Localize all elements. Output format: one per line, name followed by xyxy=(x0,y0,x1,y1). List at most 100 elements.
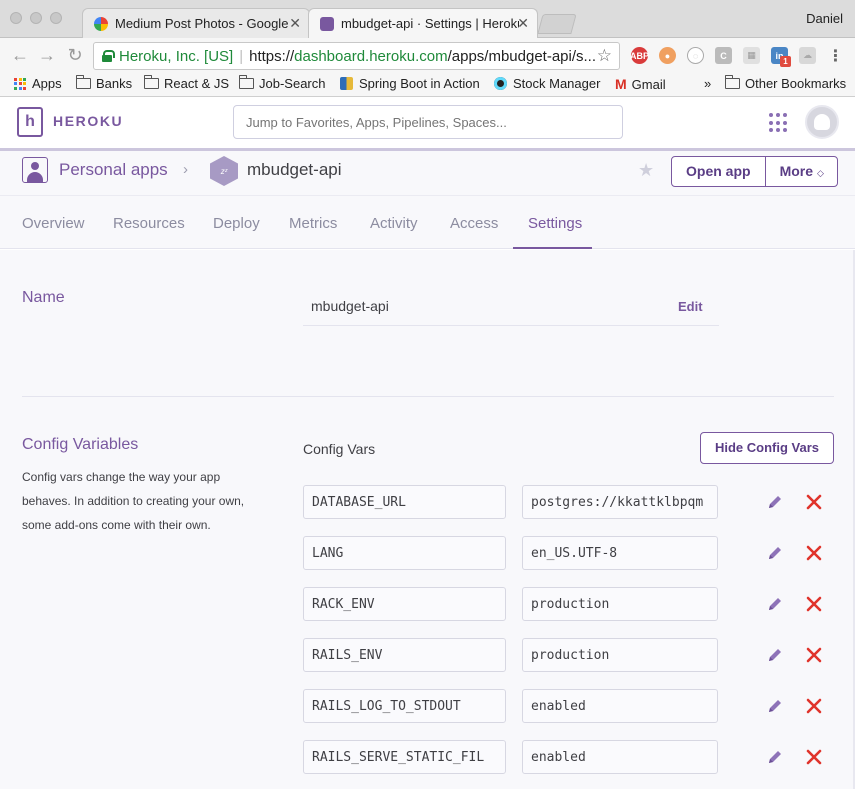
extension-icon[interactable]: C xyxy=(715,47,732,64)
tab-title: mbudget-api · Settings | Heroku xyxy=(341,16,519,31)
heroku-logo-icon[interactable]: h xyxy=(17,107,43,137)
breadcrumb-personal-apps[interactable]: Personal apps xyxy=(59,160,168,180)
tab-close-icon[interactable]: ✕ xyxy=(289,15,301,32)
tab-title: Medium Post Photos - Google xyxy=(115,16,289,31)
bookmark-label: Banks xyxy=(96,76,133,91)
folder-icon xyxy=(725,75,740,89)
tab-overview[interactable]: Overview xyxy=(22,215,85,232)
adblock-extension-icon[interactable]: ABP xyxy=(630,47,649,64)
close-x-icon[interactable] xyxy=(803,695,825,717)
config-value-input[interactable] xyxy=(522,638,718,672)
bookmark-stock-manager[interactable]: Stock Manager xyxy=(494,76,600,91)
tab-deploy[interactable]: Deploy xyxy=(213,215,260,232)
sleeping-dyno-icon: zᶻ xyxy=(210,156,238,186)
bookmarks-bar: Apps Banks React & JS Job-Search Spring … xyxy=(0,73,855,97)
edit-name-link[interactable]: Edit xyxy=(678,299,703,314)
bookmark-banks[interactable]: Banks xyxy=(76,75,133,91)
bookmark-gmail[interactable]: M Gmail xyxy=(615,76,666,92)
browser-tab-heroku[interactable]: mbudget-api · Settings | Heroku ✕ xyxy=(308,8,538,38)
window-zoom-button[interactable] xyxy=(50,12,62,24)
favorite-star-icon[interactable]: ★ xyxy=(638,160,654,181)
bookmarks-overflow-chevron[interactable]: » xyxy=(704,76,711,91)
config-value-input[interactable] xyxy=(522,740,718,774)
config-key-input[interactable] xyxy=(303,587,506,621)
config-vars-title: Config Vars xyxy=(303,441,376,457)
extension-icon[interactable]: ● xyxy=(659,47,676,64)
forward-arrow-icon[interactable]: → xyxy=(37,45,57,66)
config-value-input[interactable] xyxy=(522,587,718,621)
bookmark-label: React & JS xyxy=(164,76,230,91)
tab-access[interactable]: Access xyxy=(450,215,498,232)
bookmark-label: Spring Boot in Action xyxy=(359,76,480,91)
react-icon xyxy=(494,77,507,90)
menu-icon[interactable]: ⋮ xyxy=(827,47,844,65)
bookmark-job-search[interactable]: Job-Search xyxy=(239,75,325,91)
person-icon xyxy=(22,157,48,183)
heroku-wordmark[interactable]: HEROKU xyxy=(53,113,123,129)
extension-icon[interactable]: ◌ xyxy=(687,47,704,64)
name-divider xyxy=(303,325,719,326)
config-key-input[interactable] xyxy=(303,740,506,774)
user-avatar[interactable] xyxy=(805,105,839,139)
secure-site-label: Heroku, Inc. [US] xyxy=(119,47,234,65)
bookmark-label: Gmail xyxy=(631,76,666,92)
active-tab-indicator xyxy=(513,247,592,249)
app-breadcrumb-bar: Personal apps › zᶻ mbudget-api ★ Open ap… xyxy=(0,151,855,196)
browser-tab-medium[interactable]: Medium Post Photos - Google ✕ xyxy=(82,8,310,38)
chevron-right-icon: › xyxy=(183,161,188,178)
folder-icon xyxy=(76,75,91,89)
book-icon xyxy=(340,77,353,90)
tab-settings[interactable]: Settings xyxy=(528,215,582,232)
config-var-row xyxy=(303,740,843,774)
config-value-input[interactable] xyxy=(522,536,718,570)
window-minimize-button[interactable] xyxy=(30,12,42,24)
bookmark-other[interactable]: Other Bookmarks xyxy=(725,75,846,91)
bookmark-react-js[interactable]: React & JS xyxy=(144,75,230,91)
lock-icon xyxy=(102,50,115,62)
close-x-icon[interactable] xyxy=(803,542,825,564)
close-x-icon[interactable] xyxy=(803,644,825,666)
close-x-icon[interactable] xyxy=(803,746,825,768)
extension-icon[interactable]: ▦ xyxy=(743,47,760,64)
close-x-icon[interactable] xyxy=(803,593,825,615)
config-key-input[interactable] xyxy=(303,536,506,570)
config-var-row xyxy=(303,536,843,570)
config-value-input[interactable] xyxy=(522,485,718,519)
pencil-icon[interactable] xyxy=(764,542,786,564)
tab-activity[interactable]: Activity xyxy=(370,215,418,232)
address-separator: | xyxy=(239,47,244,65)
reload-icon[interactable]: ↻ xyxy=(65,45,85,66)
tab-resources[interactable]: Resources xyxy=(113,215,185,232)
pencil-icon[interactable] xyxy=(764,695,786,717)
pencil-icon[interactable] xyxy=(764,491,786,513)
new-tab-button[interactable] xyxy=(537,14,577,34)
more-button[interactable]: More ◇ xyxy=(764,157,837,186)
chevron-up-down-icon: ◇ xyxy=(817,168,824,178)
config-var-row xyxy=(303,638,843,672)
app-launcher-grid-icon[interactable] xyxy=(769,113,789,133)
browser-profile-name[interactable]: Daniel xyxy=(806,11,843,26)
config-var-row xyxy=(303,587,843,621)
window-close-button[interactable] xyxy=(10,12,22,24)
close-x-icon[interactable] xyxy=(803,491,825,513)
open-app-button[interactable]: Open app xyxy=(672,157,765,186)
bookmark-apps[interactable]: Apps xyxy=(14,76,62,91)
browser-tab-strip: Medium Post Photos - Google ✕ mbudget-ap… xyxy=(0,0,855,38)
pencil-icon[interactable] xyxy=(764,593,786,615)
bookmark-star-icon[interactable]: ☆ xyxy=(597,46,612,66)
tab-close-icon[interactable]: ✕ xyxy=(517,15,529,32)
name-section-label: Name xyxy=(22,289,65,306)
back-arrow-icon[interactable]: ← xyxy=(10,45,30,66)
tab-metrics[interactable]: Metrics xyxy=(289,215,337,232)
address-bar[interactable]: Heroku, Inc. [US] | https://dashboard.he… xyxy=(93,42,620,70)
config-key-input[interactable] xyxy=(303,485,506,519)
cloud-extension-icon[interactable]: ☁ xyxy=(799,47,816,64)
pencil-icon[interactable] xyxy=(764,644,786,666)
config-key-input[interactable] xyxy=(303,689,506,723)
config-value-input[interactable] xyxy=(522,689,718,723)
pencil-icon[interactable] xyxy=(764,746,786,768)
bookmark-spring-boot[interactable]: Spring Boot in Action xyxy=(340,76,480,91)
hide-config-vars-button[interactable]: Hide Config Vars xyxy=(700,432,834,464)
config-key-input[interactable] xyxy=(303,638,506,672)
search-input[interactable] xyxy=(233,105,623,139)
